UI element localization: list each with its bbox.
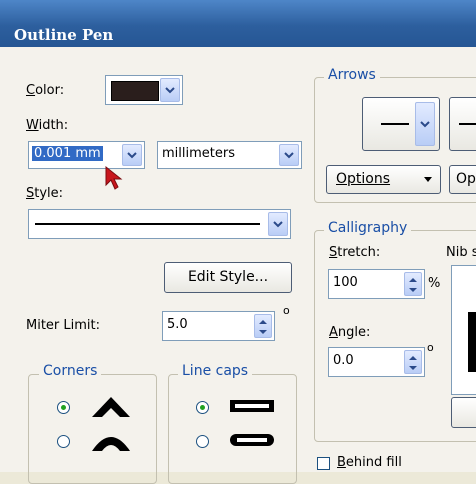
corners-legend: Corners	[39, 363, 102, 379]
line-preview	[459, 123, 476, 125]
chevron-down-icon[interactable]	[268, 212, 288, 236]
width-label: Width:	[26, 118, 69, 133]
start-arrow-options-button[interactable]: Options	[326, 165, 441, 194]
outline-pen-dialog: Color: Width: 0.001 mm millimeters Style…	[0, 47, 476, 484]
dropdown-triangle-icon	[424, 177, 432, 182]
stretch-label: Stretch:	[329, 245, 381, 260]
width-unit-combo[interactable]: millimeters	[157, 141, 302, 169]
stretch-spinner[interactable]: 100	[328, 269, 425, 299]
spinner-arrows-icon[interactable]	[404, 272, 422, 296]
options-label: Options	[336, 171, 391, 187]
options-label-truncated: Op	[456, 171, 476, 187]
miter-limit-value[interactable]: 5.0	[167, 317, 188, 332]
behind-fill-checkbox[interactable]	[317, 457, 330, 470]
chevron-down-icon[interactable]	[160, 78, 180, 102]
miter-degree-sign: o	[283, 304, 290, 317]
nib-shape-label: Nib s	[446, 245, 476, 260]
cap-square-radio[interactable]	[196, 401, 209, 414]
round-corner-icon	[92, 437, 130, 451]
arrows-legend: Arrows	[324, 67, 380, 83]
start-arrow-button[interactable]	[362, 97, 440, 151]
end-arrow-button[interactable]	[449, 97, 476, 151]
line-preview	[381, 123, 409, 125]
nib-shape-preview[interactable]	[451, 265, 476, 395]
percent-sign: %	[428, 276, 441, 291]
calligraphy-legend: Calligraphy	[324, 220, 412, 236]
chevron-down-icon[interactable]	[122, 144, 142, 166]
miter-corner-icon	[92, 397, 130, 417]
chevron-down-icon[interactable]	[415, 102, 435, 146]
square-cap-icon	[230, 400, 274, 412]
color-label: Color:	[26, 83, 65, 98]
corner-miter-radio[interactable]	[57, 401, 70, 414]
stretch-value[interactable]: 100	[333, 275, 358, 290]
window-title: Outline Pen	[14, 26, 114, 44]
color-picker-button[interactable]	[105, 75, 183, 105]
title-bar: Outline Pen	[0, 0, 476, 48]
line-style-preview	[35, 223, 260, 225]
style-label: Style:	[26, 186, 64, 201]
color-swatch	[111, 81, 159, 101]
spinner-arrows-icon[interactable]	[404, 350, 422, 374]
miter-limit-spinner[interactable]: 5.0	[162, 311, 275, 341]
default-nib-button[interactable]	[451, 397, 476, 428]
angle-spinner[interactable]: 0.0	[328, 347, 425, 377]
width-value-combo[interactable]: 0.001 mm	[28, 141, 145, 169]
angle-value[interactable]: 0.0	[333, 353, 354, 368]
nib-shape	[468, 312, 476, 372]
miter-limit-label: Miter Limit:	[26, 318, 101, 333]
width-value[interactable]: 0.001 mm	[32, 146, 103, 161]
line-style-combo[interactable]	[28, 209, 291, 239]
end-arrow-options-button[interactable]: Op	[449, 165, 476, 194]
corner-round-radio[interactable]	[57, 435, 70, 448]
angle-degree-sign: o	[427, 341, 434, 354]
line-caps-legend: Line caps	[178, 363, 253, 379]
chevron-down-icon[interactable]	[279, 144, 299, 166]
width-unit: millimeters	[162, 146, 235, 161]
cap-round-radio[interactable]	[196, 435, 209, 448]
spinner-arrows-icon[interactable]	[254, 314, 272, 338]
round-cap-icon	[230, 434, 274, 446]
behind-fill-label: Behind fill	[337, 455, 402, 470]
edit-style-button[interactable]: Edit Style...	[164, 262, 292, 293]
mouse-cursor-icon	[105, 165, 123, 190]
line-caps-group	[168, 374, 297, 484]
angle-label: Angle:	[329, 325, 371, 340]
